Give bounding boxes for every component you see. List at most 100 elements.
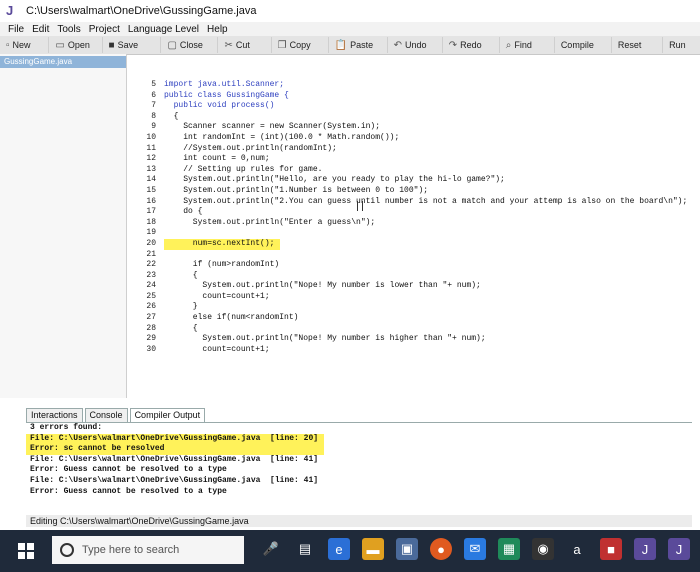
line-number: 17	[146, 207, 156, 217]
tab-console[interactable]: Console	[84, 408, 128, 422]
bottom-pane-tabs: Interactions Console Compiler Output	[26, 408, 207, 422]
error-message[interactable]: Error: Guess cannot be resolved to a typ…	[26, 487, 692, 498]
close-button[interactable]: ▢ Close	[161, 37, 219, 53]
line-number: 28	[146, 323, 156, 333]
code-line: {	[164, 323, 198, 333]
code-line: System.out.println("Hello, are you ready…	[164, 175, 505, 185]
edge-browser-icon[interactable]: e	[328, 538, 350, 560]
error-file-line[interactable]: File: C:\Users\walmart\OneDrive\GussingG…	[26, 455, 692, 466]
line-number: 5	[151, 80, 156, 89]
menu-language-level[interactable]: Language Level	[128, 24, 199, 35]
menu-help[interactable]: Help	[207, 24, 228, 35]
line-number: 27	[146, 313, 156, 323]
line-number-gutter: 5 6 7 8 9 10 11 12 13 14 15 16 17 18 19 …	[128, 80, 156, 355]
cut-button[interactable]: ✂ Cut	[218, 37, 272, 53]
menu-edit[interactable]: Edit	[32, 24, 49, 35]
task-view-icon[interactable]: ▤	[294, 538, 316, 560]
tab-interactions[interactable]: Interactions	[26, 408, 83, 422]
error-summary: 3 errors found:	[30, 423, 103, 432]
menu-file[interactable]: File	[8, 24, 24, 35]
error-file-line[interactable]: File: C:\Users\walmart\OneDrive\GussingG…	[26, 433, 324, 445]
compiler-output-pane[interactable]: 3 errors found: File: C:\Users\walmart\O…	[26, 422, 692, 513]
app-icon[interactable]: ▦	[498, 538, 520, 560]
menu-project[interactable]: Project	[89, 24, 120, 35]
code-line: do {	[164, 207, 203, 217]
office-icon[interactable]: ■	[600, 538, 622, 560]
cut-icon: ✂	[224, 39, 233, 51]
code-editor[interactable]: 5 6 7 8 9 10 11 12 13 14 15 16 17 18 19 …	[128, 80, 700, 398]
drjava-taskbar-icon[interactable]: J	[668, 538, 690, 560]
status-bar: Editing C:\Users\walmart\OneDrive\Gussin…	[26, 515, 692, 527]
line-number: 7	[151, 101, 156, 111]
windows-taskbar: Type here to search 🎤 ▤ e ▬ ▣ ● ✉ ▦ ◉ a …	[0, 530, 700, 572]
code-line: // Setting up rules for game.	[164, 164, 323, 174]
code-line: count=count+1;	[164, 344, 270, 354]
compile-button[interactable]: Compile	[555, 37, 612, 53]
save-icon: ■	[108, 39, 115, 51]
code-lines[interactable]: import java.util.Scanner; public class G…	[164, 80, 700, 355]
code-line: else if(num<randomInt)	[164, 313, 299, 323]
error-file-line[interactable]: File: C:\Users\walmart\OneDrive\GussingG…	[26, 476, 692, 487]
paste-icon: 📋	[334, 39, 348, 51]
line-number: 30	[146, 344, 156, 354]
undo-button[interactable]: ↶ Undo	[388, 37, 443, 53]
microphone-icon[interactable]: 🎤	[260, 538, 282, 560]
open-file-entry[interactable]: GussingGame.java	[0, 56, 126, 68]
copy-button[interactable]: ❐ Copy	[272, 37, 329, 53]
paste-button[interactable]: 📋 Paste	[329, 37, 388, 53]
firefox-icon[interactable]: ●	[430, 538, 452, 560]
cortana-circle-icon	[60, 543, 74, 557]
windows-start-icon[interactable]	[18, 543, 34, 559]
highlighted-code-line: num=sc.nextInt();	[164, 238, 280, 250]
find-button[interactable]: ⌕ Find	[500, 37, 555, 53]
line-number: 24	[146, 281, 156, 291]
mail-icon[interactable]: ✉	[464, 538, 486, 560]
camera-icon[interactable]: ◉	[532, 538, 554, 560]
code-line: }	[164, 302, 198, 312]
undo-icon: ↶	[393, 39, 402, 51]
close-icon: ▢	[167, 39, 177, 51]
reset-button[interactable]: Reset	[612, 37, 664, 53]
new-button[interactable]: ▫ New	[0, 37, 50, 53]
line-number: 6	[151, 90, 156, 100]
line-number: 16	[146, 196, 156, 206]
line-number: 25	[146, 291, 156, 301]
code-line: count=count+1;	[164, 291, 270, 301]
java-app-icon[interactable]: J	[634, 538, 656, 560]
taskbar-search-box[interactable]: Type here to search	[52, 536, 244, 564]
save-button[interactable]: ■ Save	[103, 37, 162, 53]
drjava-app-icon: J	[6, 3, 14, 18]
code-line: import java.util.Scanner;	[164, 80, 285, 89]
run-button[interactable]: Run	[663, 37, 700, 53]
menu-tools[interactable]: Tools	[57, 24, 80, 35]
title-bar: J C:\Users\walmart\OneDrive\GussingGame.…	[0, 0, 700, 23]
error-message[interactable]: Error: sc cannot be resolved	[26, 444, 324, 455]
code-line: if (num>randomInt)	[164, 260, 280, 270]
code-line: public class GussingGame {	[164, 90, 289, 100]
find-icon: ⌕	[505, 39, 512, 51]
code-line: //System.out.println(randomInt);	[164, 143, 337, 153]
taskbar-apps: 🎤 ▤ e ▬ ▣ ● ✉ ▦ ◉ a ■ J J	[260, 538, 700, 560]
line-number: 13	[146, 164, 156, 174]
error-message[interactable]: Error: Guess cannot be resolved to a typ…	[26, 465, 692, 476]
code-line: int randomInt = (int)(100.0 * Math.rando…	[164, 132, 400, 142]
code-line: System.out.println("1.Number is between …	[164, 185, 429, 195]
open-button[interactable]: ▭ Open	[49, 37, 103, 53]
tab-compiler-output[interactable]: Compiler Output	[129, 408, 206, 422]
menu-bar: File Edit Tools Project Language Level H…	[0, 22, 700, 36]
line-number: 22	[146, 260, 156, 270]
file-explorer-icon[interactable]: ▬	[362, 538, 384, 560]
new-icon: ▫	[6, 39, 10, 51]
code-line: System.out.println("2.You can guess unti…	[164, 196, 688, 206]
line-number: 15	[146, 185, 156, 195]
code-line: Scanner scanner = new Scanner(System.in)…	[164, 122, 381, 132]
code-line: System.out.println("Enter a guess\n");	[164, 217, 376, 227]
amazon-icon[interactable]: a	[566, 538, 588, 560]
text-cursor-icon	[357, 201, 363, 211]
code-line: System.out.println("Nope! My number is h…	[164, 334, 486, 344]
code-line: {	[164, 111, 179, 121]
store-icon[interactable]: ▣	[396, 538, 418, 560]
redo-button[interactable]: ↷ Redo	[443, 37, 500, 53]
line-number: 18	[146, 217, 156, 227]
